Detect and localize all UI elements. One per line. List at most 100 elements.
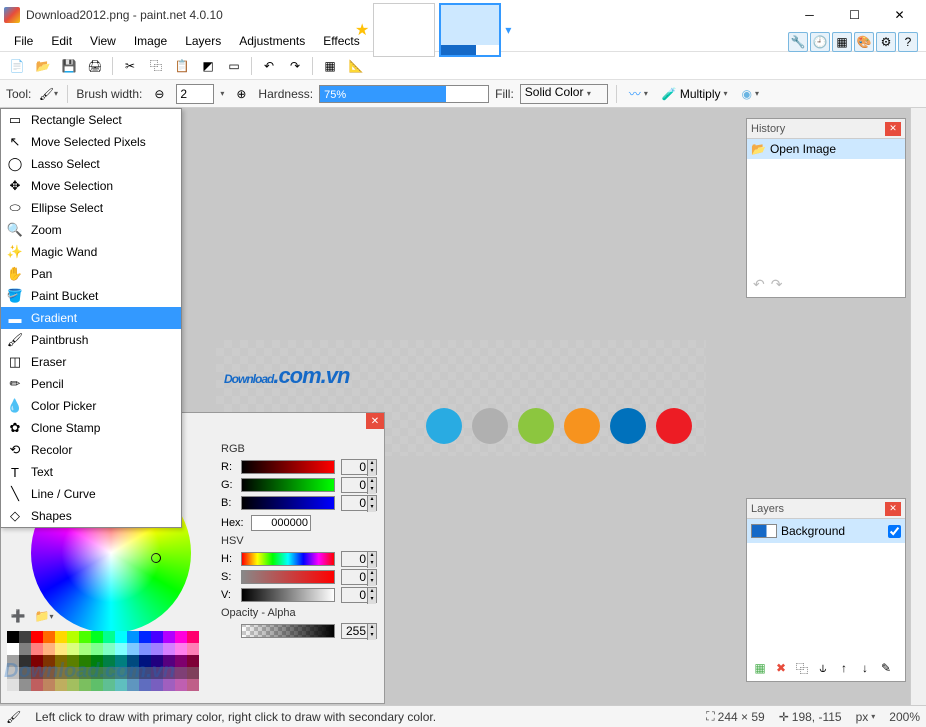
tool-color-picker[interactable]: 💧Color Picker <box>1 395 181 417</box>
undo-button[interactable]: ↶ <box>258 55 280 77</box>
palette-swatch[interactable] <box>163 631 175 643</box>
tool-paintbrush[interactable]: 🖌Paintbrush <box>1 329 181 351</box>
layers-window-icon[interactable]: ▦ <box>832 32 852 52</box>
open-button[interactable]: 📂 <box>32 55 54 77</box>
palette-swatch[interactable] <box>187 667 199 679</box>
merge-layer-button[interactable]: ⫝ <box>814 659 832 677</box>
grid-button[interactable]: ▦ <box>319 55 341 77</box>
palette-swatch[interactable] <box>55 643 67 655</box>
palette-swatch[interactable] <box>7 643 19 655</box>
history-undo-icon[interactable]: ↶ <box>753 276 765 293</box>
palette-swatch[interactable] <box>91 631 103 643</box>
palette-swatch[interactable] <box>187 679 199 691</box>
palette-swatch[interactable] <box>127 643 139 655</box>
thumbnails-dropdown-icon[interactable]: ▾ <box>505 23 511 37</box>
tool-lasso-select[interactable]: ◯Lasso Select <box>1 153 181 175</box>
palette-swatch[interactable] <box>151 631 163 643</box>
palette-swatch[interactable] <box>91 643 103 655</box>
minimize-button[interactable]: ─ <box>787 0 832 30</box>
fill-select[interactable]: Solid Color ▾ <box>520 84 608 104</box>
brush-increase-button[interactable]: ⊕ <box>230 83 252 105</box>
maximize-button[interactable]: ☐ <box>832 0 877 30</box>
hex-input[interactable] <box>251 515 311 531</box>
paste-button[interactable]: 📋 <box>171 55 193 77</box>
add-color-button[interactable]: ➕ <box>7 605 29 627</box>
tool-text[interactable]: TText <box>1 461 181 483</box>
palette-swatch[interactable] <box>163 643 175 655</box>
current-tool-icon[interactable]: 🖌▾ <box>37 83 59 105</box>
tool-magic-wand[interactable]: ✨Magic Wand <box>1 241 181 263</box>
blend-mode-button[interactable]: 🧪Multiply▾ <box>658 84 732 104</box>
deselect-button[interactable]: ▭ <box>223 55 245 77</box>
add-layer-button[interactable]: ▦ <box>751 659 769 677</box>
palette-swatch[interactable] <box>79 643 91 655</box>
ruler-button[interactable]: 📐 <box>345 55 367 77</box>
palette-swatch[interactable] <box>151 643 163 655</box>
tool-rectangle-select[interactable]: ▭Rectangle Select <box>1 109 181 131</box>
palette-swatch[interactable] <box>175 679 187 691</box>
status-unit[interactable]: px ▾ <box>856 710 876 724</box>
h-slider[interactable] <box>241 552 335 566</box>
opacity-input[interactable]: 255▴▾ <box>341 623 377 639</box>
palette-swatch[interactable] <box>67 631 79 643</box>
palette-swatch[interactable] <box>187 631 199 643</box>
brush-width-input[interactable] <box>176 84 214 104</box>
brush-decrease-button[interactable]: ⊖ <box>148 83 170 105</box>
history-redo-icon[interactable]: ↷ <box>771 276 783 293</box>
b-slider[interactable] <box>241 496 335 510</box>
save-button[interactable]: 💾 <box>58 55 80 77</box>
colors-window-icon[interactable]: 🎨 <box>854 32 874 52</box>
vertical-scrollbar[interactable] <box>910 108 926 705</box>
layer-props-button[interactable]: ✎ <box>877 659 895 677</box>
tools-window-icon[interactable]: 🔧 <box>788 32 808 52</box>
palette-swatch[interactable] <box>187 643 199 655</box>
tool-eraser[interactable]: ◫Eraser <box>1 351 181 373</box>
palette-swatch[interactable] <box>139 631 151 643</box>
s-input[interactable]: 0▴▾ <box>341 569 377 585</box>
g-input[interactable]: 0▴▾ <box>341 477 377 493</box>
tool-pencil[interactable]: ✏Pencil <box>1 373 181 395</box>
palette-swatch[interactable] <box>175 667 187 679</box>
redo-button[interactable]: ↷ <box>284 55 306 77</box>
duplicate-layer-button[interactable]: ⿻ <box>793 659 811 677</box>
palette-swatch[interactable] <box>43 643 55 655</box>
move-down-button[interactable]: ↓ <box>856 659 874 677</box>
tool-pan[interactable]: ✋Pan <box>1 263 181 285</box>
palette-swatch[interactable] <box>115 643 127 655</box>
tool-clone-stamp[interactable]: ✿Clone Stamp <box>1 417 181 439</box>
tool-ellipse-select[interactable]: ⬭Ellipse Select <box>1 197 181 219</box>
tool-paint-bucket[interactable]: 🪣Paint Bucket <box>1 285 181 307</box>
palette-swatch[interactable] <box>19 631 31 643</box>
palette-menu-button[interactable]: 📁▾ <box>33 605 55 627</box>
palette-swatch[interactable] <box>79 631 91 643</box>
menu-edit[interactable]: Edit <box>43 32 80 50</box>
new-button[interactable]: 📄 <box>6 55 28 77</box>
r-input[interactable]: 0▴▾ <box>341 459 377 475</box>
tool-line-curve[interactable]: ╲Line / Curve <box>1 483 181 505</box>
menu-view[interactable]: View <box>82 32 124 50</box>
print-button[interactable]: 🖨 <box>84 55 106 77</box>
colors-close-button[interactable]: ✕ <box>366 413 384 429</box>
palette-swatch[interactable] <box>55 631 67 643</box>
palette-swatch[interactable] <box>115 631 127 643</box>
brush-dropdown-icon[interactable]: ▾ <box>220 89 224 98</box>
v-input[interactable]: 0▴▾ <box>341 587 377 603</box>
move-up-button[interactable]: ↑ <box>835 659 853 677</box>
layer-visibility-checkbox[interactable] <box>888 525 901 538</box>
palette-swatch[interactable] <box>103 631 115 643</box>
menu-adjustments[interactable]: Adjustments <box>231 32 313 50</box>
h-input[interactable]: 0▴▾ <box>341 551 377 567</box>
palette-swatch[interactable] <box>67 643 79 655</box>
palette-swatch[interactable] <box>19 643 31 655</box>
thumbnail-1[interactable] <box>373 3 435 57</box>
v-slider[interactable] <box>241 588 335 602</box>
palette-swatch[interactable] <box>103 643 115 655</box>
settings-icon[interactable]: ⚙ <box>876 32 896 52</box>
tool-gradient[interactable]: ▬Gradient <box>1 307 181 329</box>
tool-move-selection[interactable]: ✥Move Selection <box>1 175 181 197</box>
tool-zoom[interactable]: 🔍Zoom <box>1 219 181 241</box>
tool-move-selected-pixels[interactable]: ↖Move Selected Pixels <box>1 131 181 153</box>
b-input[interactable]: 0▴▾ <box>341 495 377 511</box>
tool-shapes[interactable]: ◇Shapes <box>1 505 181 527</box>
delete-layer-button[interactable]: ✖ <box>772 659 790 677</box>
